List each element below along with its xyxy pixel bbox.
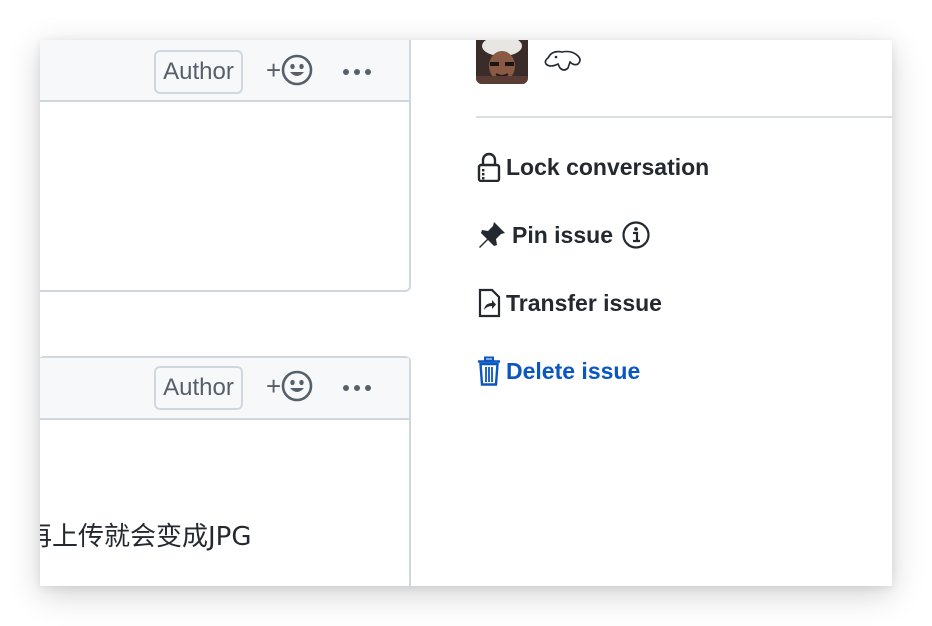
author-badge: Author — [154, 50, 243, 94]
transfer-issue-button[interactable]: Transfer issue — [476, 283, 662, 323]
pin-issue-button[interactable]: Pin issue — [476, 215, 651, 255]
info-icon[interactable] — [621, 220, 651, 250]
sidebar-divider — [476, 116, 892, 118]
smiley-icon — [281, 370, 313, 402]
lock-icon — [476, 151, 502, 183]
issue-page: Author + Author + 再上传就会变成JPG Lock conver… — [40, 40, 892, 586]
comment-card: Author + 再上传就会变成JPG — [40, 356, 411, 586]
lock-conversation-label: Lock conversation — [506, 153, 710, 180]
comment-card: Author + — [40, 40, 411, 292]
comment-body-text: 再上传就会变成JPG — [40, 522, 252, 552]
plus-label: + — [266, 371, 282, 401]
smiley-icon — [281, 54, 313, 86]
lock-conversation-button[interactable]: Lock conversation — [476, 147, 709, 187]
delete-issue-label: Delete issue — [506, 357, 641, 384]
comment-header: Author + — [40, 358, 409, 420]
avatar[interactable] — [476, 40, 528, 84]
comment-header: Author + — [40, 40, 409, 102]
issue-sidebar: Lock conversation Pin issue Transfer iss… — [476, 40, 892, 586]
kebab-icon — [343, 385, 371, 391]
pin-issue-label: Pin issue — [512, 221, 613, 248]
comment-options-button[interactable] — [342, 52, 372, 92]
delete-issue-button[interactable]: Delete issue — [476, 351, 640, 391]
transfer-icon — [476, 287, 502, 319]
pin-icon — [476, 219, 508, 251]
comment-options-button[interactable] — [342, 368, 372, 408]
transfer-issue-label: Transfer issue — [506, 289, 662, 316]
plus-label: + — [266, 55, 282, 85]
avatar-image — [476, 40, 528, 84]
kebab-icon — [343, 69, 371, 75]
author-badge: Author — [154, 366, 243, 410]
doodle-icon — [542, 44, 584, 79]
add-reaction-button[interactable]: + — [266, 50, 313, 90]
trash-icon — [476, 355, 502, 387]
add-reaction-button[interactable]: + — [266, 366, 313, 406]
